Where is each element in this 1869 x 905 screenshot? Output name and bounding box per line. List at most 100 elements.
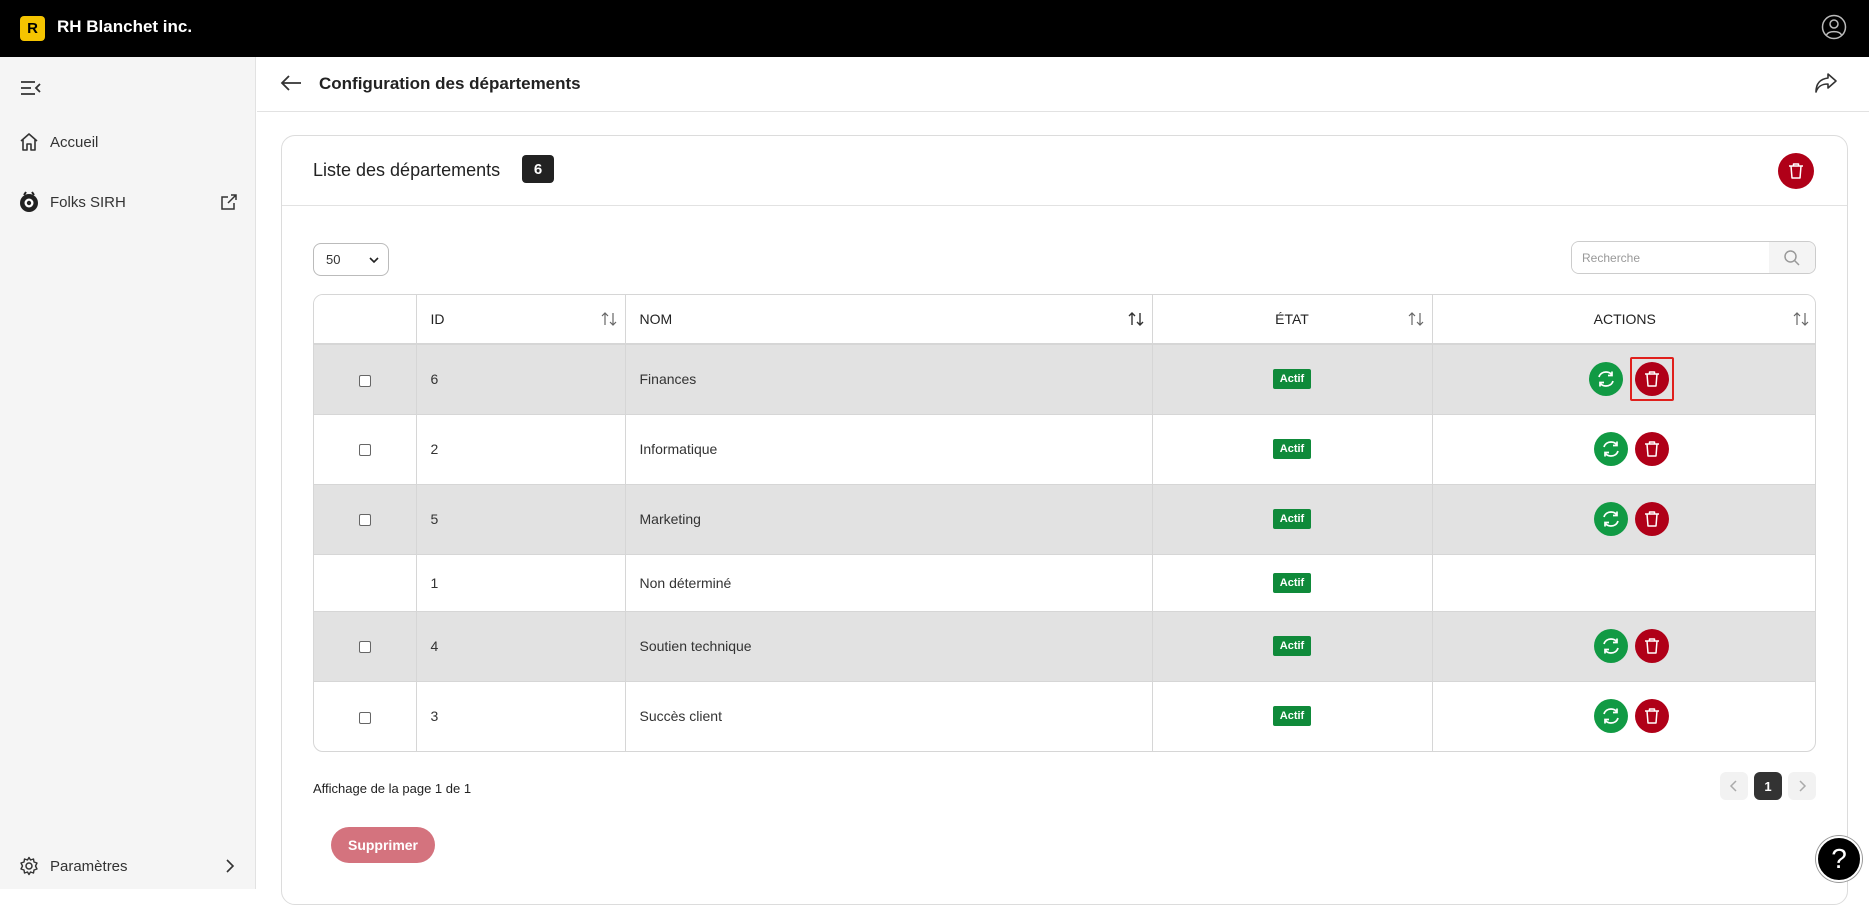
cell-actions — [1432, 611, 1815, 682]
cell-status: Actif — [1152, 414, 1433, 485]
sync-button[interactable] — [1594, 699, 1629, 734]
brand-name: RH Blanchet inc. — [57, 17, 193, 36]
top-bar: R RH Blanchet inc. — [0, 0, 1869, 57]
bulk-delete-button[interactable] — [1778, 153, 1814, 189]
status-badge: Actif — [1272, 369, 1312, 390]
chevron-down-icon — [369, 257, 379, 264]
cell-status: Actif — [1152, 484, 1433, 555]
trash-icon — [1645, 638, 1660, 654]
chevron-left-icon — [1729, 780, 1737, 792]
cell-actions — [1432, 484, 1815, 555]
departments-table: ID NOM ÉTAT ACTIONS 6 Finances Actif 2 I… — [313, 294, 1816, 752]
cell-name: Informatique — [625, 414, 1153, 485]
sidebar-item-folks-sirh[interactable]: Folks SIRH — [18, 191, 238, 213]
trash-icon — [1645, 511, 1660, 527]
status-badge: Actif — [1272, 509, 1312, 529]
select-column-header — [314, 295, 417, 345]
row-select-cell — [314, 681, 417, 751]
cell-name: Non déterminé — [625, 554, 1153, 612]
column-header-id[interactable]: ID — [416, 295, 626, 345]
sidebar-item-label: Paramètres — [50, 857, 128, 875]
page-button-current[interactable]: 1 — [1754, 772, 1782, 800]
trash-icon — [1645, 371, 1660, 387]
table-row: 5 Marketing Actif — [314, 484, 1815, 555]
cell-actions — [1432, 344, 1815, 415]
row-checkbox[interactable] — [358, 514, 371, 527]
search-input[interactable] — [1572, 242, 1770, 273]
card-header: Liste des départements 6 — [282, 136, 1847, 206]
cell-name: Finances — [625, 344, 1153, 415]
delete-row-button[interactable] — [1635, 502, 1670, 536]
table-row: 3 Succès client Actif — [314, 681, 1815, 751]
cell-name: Soutien technique — [625, 611, 1153, 682]
trash-icon — [1645, 441, 1660, 457]
delete-row-button[interactable] — [1635, 432, 1670, 466]
row-checkbox[interactable] — [358, 711, 371, 724]
user-account-icon[interactable] — [1821, 14, 1847, 40]
previous-page-button[interactable] — [1720, 772, 1748, 800]
count-badge: 6 — [522, 155, 554, 183]
back-arrow-icon[interactable] — [279, 73, 303, 93]
next-page-button[interactable] — [1788, 772, 1816, 800]
cell-name: Succès client — [625, 681, 1153, 751]
search-button[interactable] — [1769, 242, 1815, 273]
trash-icon — [1789, 163, 1803, 179]
row-select-cell — [314, 554, 417, 612]
page-size-select[interactable]: 50 — [313, 243, 389, 276]
external-link-icon — [221, 194, 237, 210]
page-info: Affichage de la page 1 de 1 — [313, 781, 472, 796]
sidebar-item-label: Accueil — [50, 133, 99, 151]
sidebar-item-label: Folks SIRH — [50, 193, 126, 211]
cell-actions — [1432, 554, 1815, 612]
sync-button[interactable] — [1594, 502, 1629, 536]
chevron-right-icon — [1799, 780, 1807, 792]
row-checkbox[interactable] — [358, 374, 371, 387]
sort-icon — [601, 312, 616, 326]
delete-selected-button[interactable]: Supprimer — [331, 827, 435, 863]
page-header: Configuration des départements — [257, 57, 1869, 112]
table-row: 2 Informatique Actif — [314, 414, 1815, 485]
delete-row-button[interactable] — [1635, 362, 1670, 397]
sort-icon — [1408, 312, 1423, 326]
share-icon[interactable] — [1813, 71, 1839, 95]
page-title: Configuration des départements — [319, 74, 581, 93]
row-select-cell — [314, 414, 417, 485]
table-row: 1 Non déterminé Actif — [314, 554, 1815, 612]
sync-icon — [1603, 511, 1620, 527]
table-row: 4 Soutien technique Actif — [314, 611, 1815, 682]
status-badge: Actif — [1272, 439, 1312, 459]
sync-icon — [1603, 441, 1620, 457]
sync-button[interactable] — [1594, 432, 1629, 466]
cell-status: Actif — [1152, 611, 1433, 682]
cell-status: Actif — [1152, 554, 1433, 612]
cell-id: 1 — [416, 554, 626, 612]
cell-id: 6 — [416, 344, 626, 415]
departments-card: Liste des départements 6 50 ID NOM — [281, 135, 1848, 905]
row-select-cell — [314, 484, 417, 555]
cell-actions — [1432, 681, 1815, 751]
page-size-value: 50 — [326, 252, 341, 267]
sync-button[interactable] — [1589, 362, 1624, 397]
delete-row-button[interactable] — [1635, 629, 1670, 663]
delete-row-button[interactable] — [1635, 699, 1670, 734]
collapse-sidebar-icon[interactable] — [20, 79, 42, 97]
sync-button[interactable] — [1594, 629, 1629, 663]
sidebar-item-accueil[interactable]: Accueil — [18, 131, 98, 153]
table-row: 6 Finances Actif — [314, 344, 1815, 415]
pagination: 1 — [1720, 772, 1816, 800]
help-button[interactable]: ? — [1816, 836, 1862, 882]
sync-icon — [1598, 371, 1615, 388]
row-checkbox[interactable] — [358, 444, 371, 457]
cell-id: 5 — [416, 484, 626, 555]
column-header-actions[interactable]: ACTIONS — [1432, 295, 1815, 345]
row-checkbox[interactable] — [358, 641, 371, 654]
column-header-nom[interactable]: NOM — [625, 295, 1153, 345]
search-box — [1571, 241, 1816, 274]
column-header-etat[interactable]: ÉTAT — [1152, 295, 1433, 345]
row-select-cell — [314, 344, 417, 415]
cell-name: Marketing — [625, 484, 1153, 555]
search-icon — [1784, 249, 1800, 266]
sort-icon — [1128, 312, 1143, 326]
cell-id: 2 — [416, 414, 626, 485]
sidebar-item-parametres[interactable]: Paramètres — [18, 855, 238, 877]
